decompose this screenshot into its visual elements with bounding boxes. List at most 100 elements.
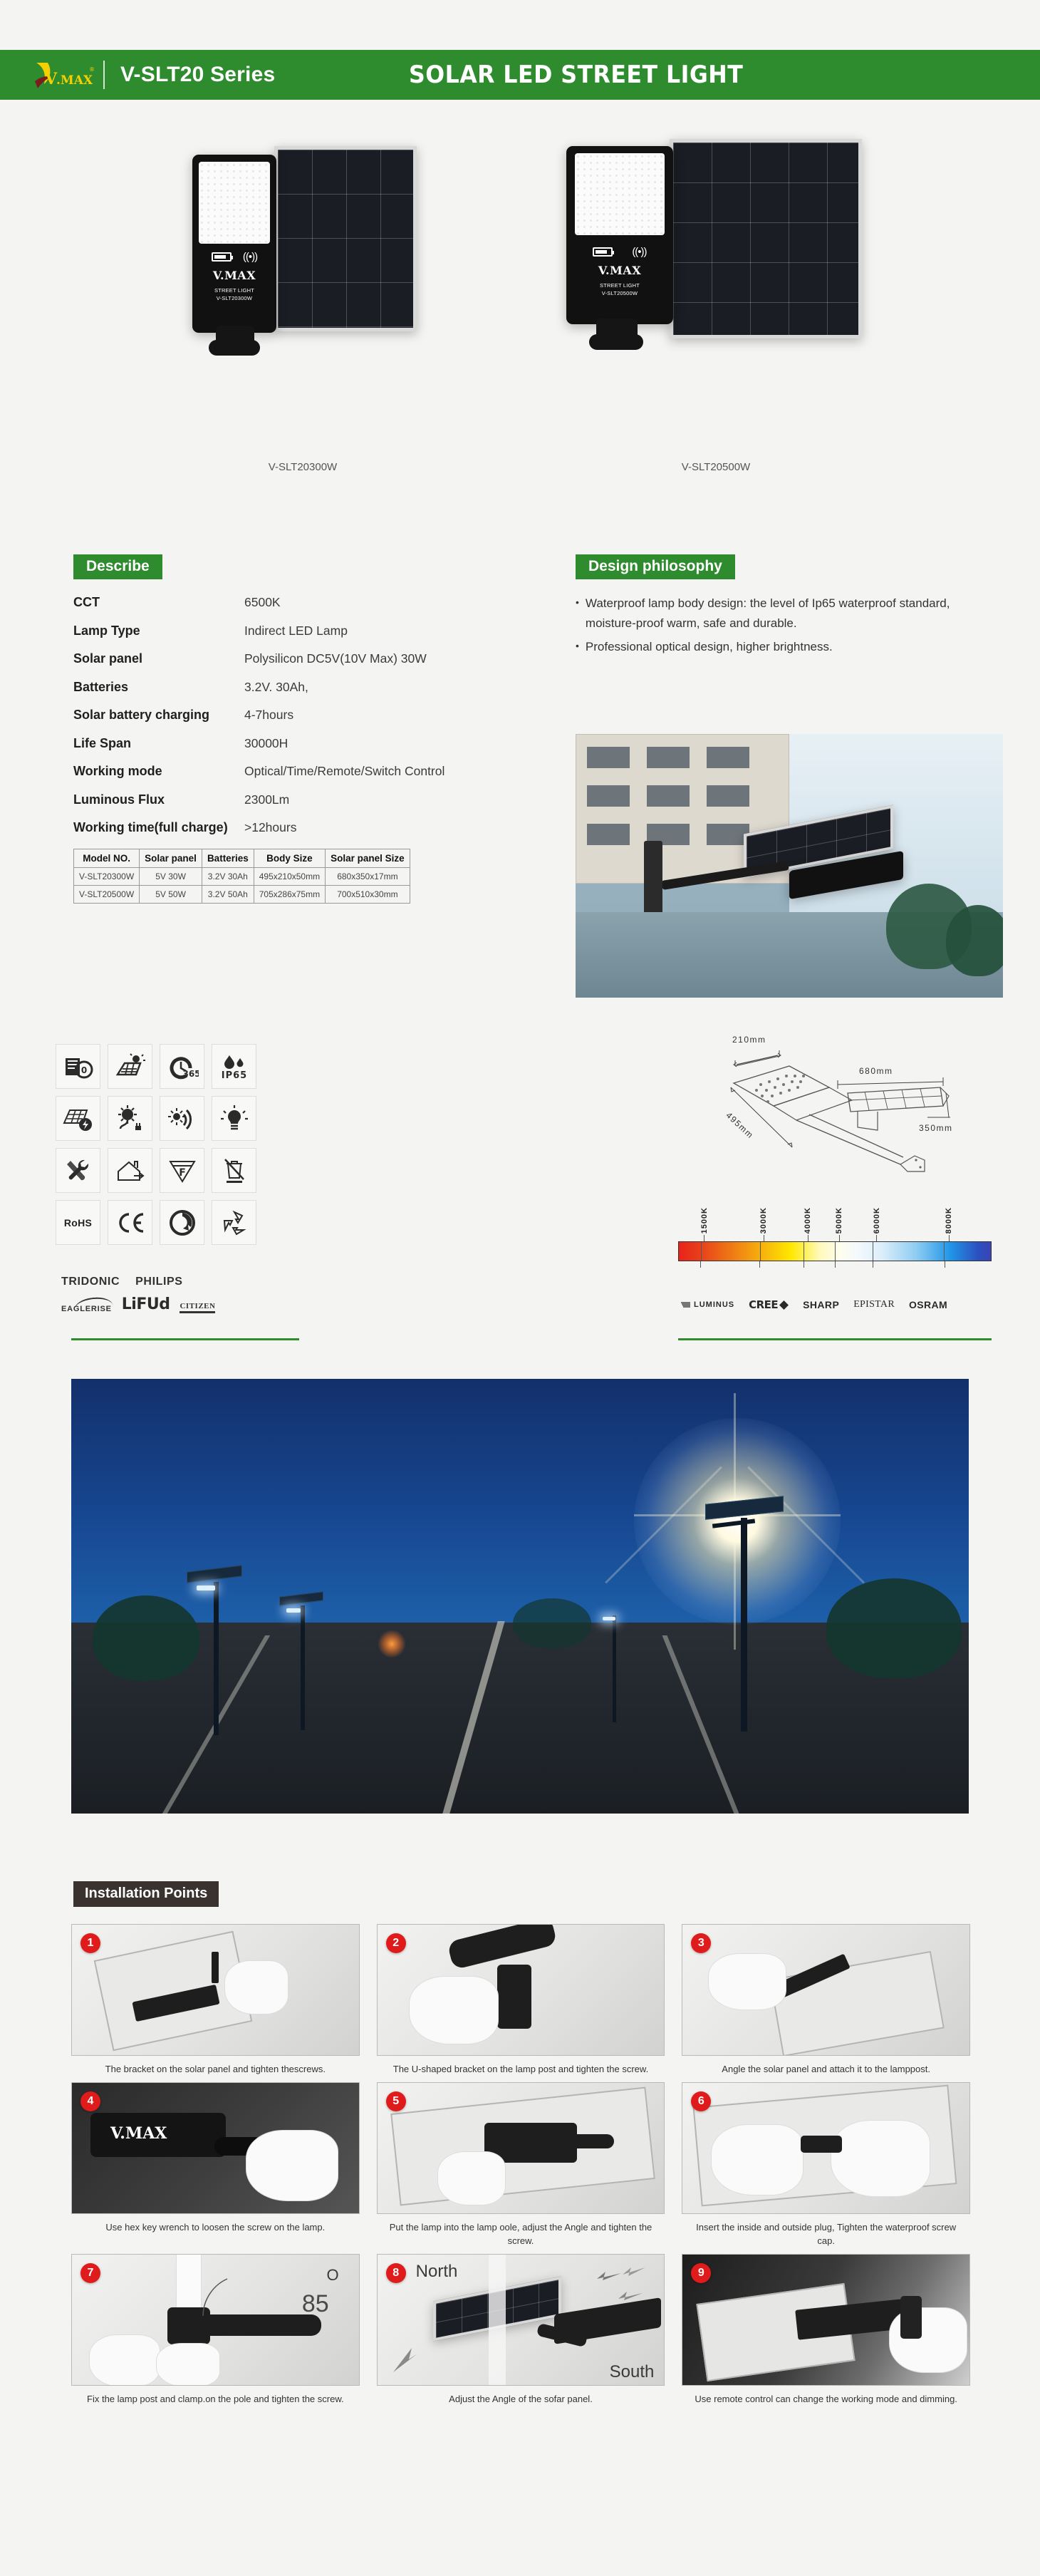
philosophy-bullet-text: Professional optical design, higher brig…	[585, 640, 833, 654]
degree-symbol-icon: O	[326, 2265, 339, 2284]
installation-photo: 1	[71, 1924, 360, 2056]
spec-key: Life Span	[73, 735, 132, 750]
lamp-body-graphic: ((•)) V.MAX STREET LIGHT V-SLT20300W	[192, 155, 276, 333]
cct-tick-label: 6000K	[872, 1206, 881, 1233]
installation-caption: The U-shaped bracket on the lamp post an…	[392, 2064, 649, 2074]
installation-photo: 2	[376, 1924, 665, 2056]
waterproof-plug-prop	[801, 2135, 843, 2153]
brand-tridonic: TRIDONIC	[61, 1276, 120, 1288]
spec-value: Optical/Time/Remote/Switch Control	[244, 764, 445, 778]
svg-text:365: 365	[182, 1069, 199, 1079]
zero-maintenance-icon: 0	[56, 1044, 100, 1089]
installation-caption: Put the lamp into the lamp oole, adjust …	[389, 2221, 652, 2247]
lamp-brand-mark: V.MAX	[110, 2124, 167, 2143]
window	[587, 824, 630, 845]
cree-diamond-icon	[779, 1300, 789, 1310]
installation-caption: Angle the solar panel and attach it to t…	[722, 2064, 930, 2074]
installation-step: 4 V.MAX Use hex key wrench to loosen the…	[71, 2081, 360, 2248]
battery-icon-500w	[593, 247, 615, 257]
365-days-icon: 365	[160, 1044, 204, 1089]
installation-caption: Insert the inside and outside plug, Tigh…	[696, 2221, 957, 2247]
page-title: SOLAR LED STREET LIGHT	[409, 61, 744, 89]
installation-photo: 7 85 O	[71, 2253, 360, 2386]
spec-row: Working mode Optical/Time/Remote/Switch …	[73, 764, 529, 779]
application-photo	[576, 734, 1003, 998]
lamp-arm-prop	[563, 2133, 614, 2148]
vmax-logo: V .MAX ®	[30, 60, 98, 90]
installation-caption: Adjust the Angle of the sofar panel.	[449, 2393, 593, 2404]
cct-scale: 1500K 3000K 4000K 5000K 6000K 8000K	[678, 1204, 992, 1268]
window	[587, 747, 630, 768]
installation-step: 6 Insert the inside and outside plug, Ti…	[682, 2081, 970, 2248]
cct-tick-label: 8000K	[945, 1206, 953, 1233]
street-pole-left	[214, 1582, 219, 1735]
cable-prop	[212, 1952, 219, 1983]
installation-heading: Installation Points	[73, 1881, 219, 1907]
table-cell: 3.2V 30Ah	[201, 867, 254, 886]
page-header: V .MAX ® V-SLT20 Series SOLAR LED STREET…	[0, 50, 1040, 100]
table-cell: 5V 50W	[139, 884, 202, 904]
table-row: V-SLT20300W 5V 30W 3.2V 30Ah 495x210x50m…	[73, 867, 410, 886]
table-header-cell: Model NO.	[73, 848, 140, 868]
street-pole-near	[741, 1518, 747, 1732]
led-chip-brand-logos: LUMINUS CREE SHARP EPISTAR OSRAM	[680, 1298, 947, 1311]
lamp-model-500w-line1: STREET LIGHT	[599, 282, 640, 289]
product-card-500w: ((•)) V.MAX STREET LIGHT V-SLT20500W V-S…	[545, 132, 887, 473]
gloved-hand-left	[711, 2124, 804, 2195]
weee-bin-icon	[212, 1148, 256, 1193]
icon-row: RoHS	[56, 1200, 264, 1252]
tree-far	[513, 1598, 591, 1648]
header-divider	[103, 61, 105, 89]
step-number-badge: 9	[691, 2262, 712, 2283]
table-header-cell: Batteries	[201, 848, 254, 868]
icon-row: F	[56, 1148, 264, 1200]
step-number-badge: 2	[385, 1933, 406, 1953]
dimension-label-panel-depth: 350mm	[919, 1123, 953, 1133]
product-card-300w: ((•)) V.MAX STREET LIGHT V-SLT20300W V-S…	[153, 132, 452, 473]
gloved-hand-right	[831, 2119, 931, 2197]
cct-tick: 4000K	[804, 1207, 812, 1241]
gloved-hand	[708, 1953, 787, 2010]
lamp-label-500w: ((•)) V.MAX STREET LIGHT V-SLT20500W	[566, 246, 673, 297]
table-cell: 495x210x50mm	[253, 867, 326, 886]
table-header-cell: Solar panel	[139, 848, 202, 868]
spec-value: 3.2V. 30Ah,	[244, 679, 308, 694]
ce-icon	[108, 1200, 152, 1245]
table-cell: 700x510x30mm	[325, 884, 410, 904]
driver-brand-row-1: TRIDONIC PHILIPS	[61, 1276, 296, 1288]
led-face-500w	[575, 153, 665, 235]
describe-heading: Describe	[73, 554, 162, 579]
installation-step: 9 Use remote control can change the work…	[682, 2253, 970, 2406]
svg-text:IP65: IP65	[221, 1070, 246, 1081]
driver-brand-row-2: EAGLERISE LiFUd CITIZEN	[61, 1295, 296, 1313]
tree-foliage	[946, 905, 1003, 976]
lamp-post-prop	[447, 1925, 558, 1970]
installation-photo: 5	[376, 2081, 665, 2214]
gloved-hand-right	[156, 2342, 220, 2385]
icon-row	[56, 1096, 264, 1148]
spec-key: Lamp Type	[73, 623, 140, 638]
window	[647, 747, 690, 768]
section-rule-right	[678, 1338, 992, 1340]
lamp-brand-text-500w: V.MAX	[598, 264, 642, 277]
installation-step: 1 The bracket on the solar panel and tig…	[71, 1924, 360, 2076]
table-cell: 3.2V 50Ah	[201, 884, 254, 904]
green-dot-icon	[160, 1200, 204, 1245]
lamp-model-500w-line2: V-SLT20500W	[601, 290, 638, 297]
brand-eaglerise: EAGLERISE	[61, 1298, 112, 1313]
series-title: V-SLT20 Series	[120, 63, 276, 86]
product-caption-500w: V-SLT20500W	[681, 461, 751, 473]
window	[707, 785, 749, 807]
u-bracket-prop	[496, 1965, 531, 2029]
luminus-mark-icon	[681, 1301, 690, 1308]
spec-value: 2300Lm	[244, 792, 290, 807]
hero-products: ((•)) V.MAX STREET LIGHT V-SLT20300W V-S…	[0, 132, 1040, 509]
installation-step: 7 85 O Fix the lamp post and clamp.on th…	[71, 2253, 360, 2406]
spec-row: Solar panel Polysilicon DC5V(10V Max) 30…	[73, 651, 529, 666]
cct-tick-label: 1500K	[700, 1206, 709, 1233]
step-number-badge: 4	[80, 2091, 100, 2111]
spec-key: Working mode	[73, 764, 162, 778]
pole-backdrop	[488, 2254, 506, 2385]
window	[707, 747, 749, 768]
pole-solar-panel	[187, 1565, 242, 1583]
